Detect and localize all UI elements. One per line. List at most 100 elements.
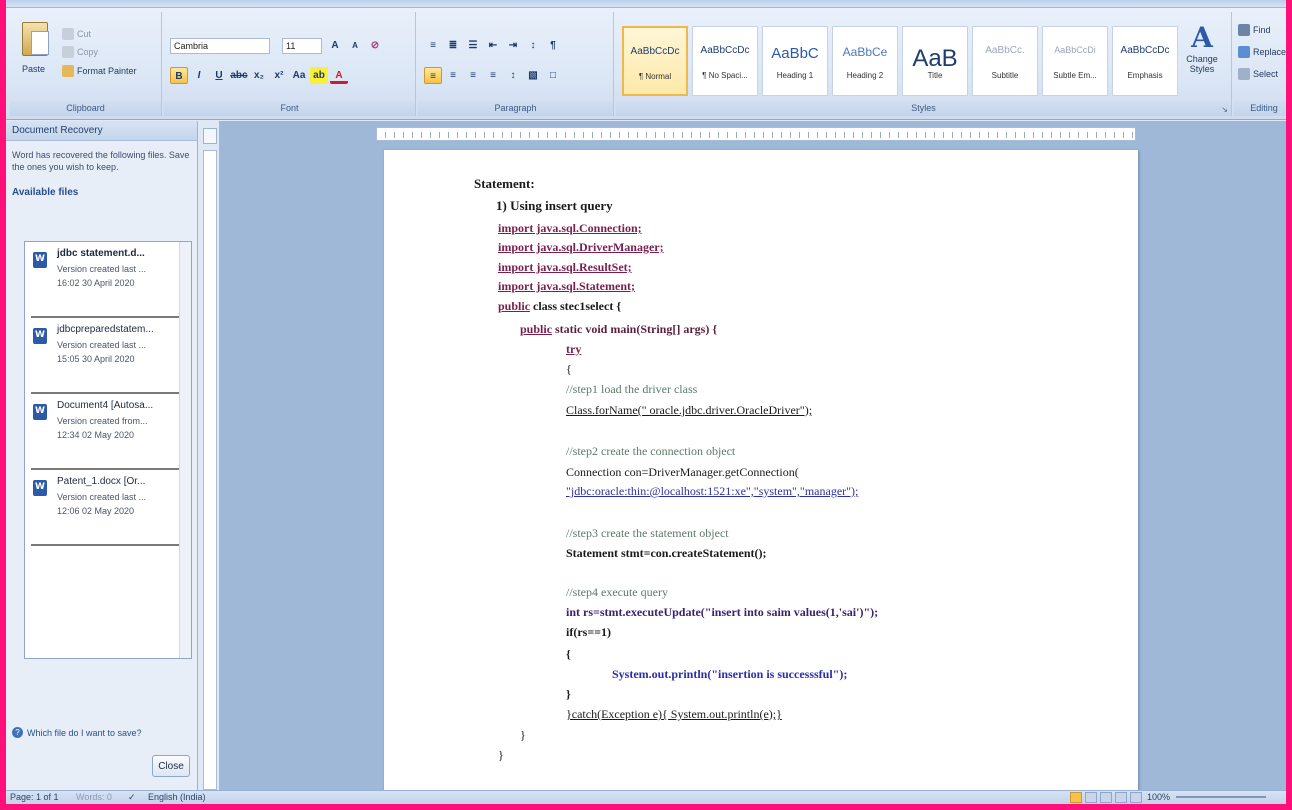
replace-button[interactable]: Replace xyxy=(1238,46,1286,58)
style-sample: AaBbCcDi xyxy=(1054,45,1096,55)
change-styles-button[interactable]: A Change Styles xyxy=(1182,22,1222,75)
style-tile[interactable]: AaBbCcDc ¶ Normal xyxy=(622,26,688,96)
copy-icon xyxy=(62,46,74,58)
grow-font-icon[interactable]: A xyxy=(326,37,344,54)
paste-button[interactable]: Paste xyxy=(22,64,45,74)
doc-subheading: 1) Using insert query xyxy=(496,198,613,213)
draft-icon[interactable] xyxy=(1130,792,1142,803)
underline-icon[interactable]: U xyxy=(210,67,228,84)
file-name: Patent_1.docx [Or... xyxy=(57,476,146,487)
style-tile[interactable]: AaBbCcDc ¶ No Spaci... xyxy=(692,26,758,96)
proofing-icon[interactable]: ✓ xyxy=(128,792,136,803)
print-layout-icon[interactable] xyxy=(1070,792,1082,803)
numbering-icon[interactable]: ≣ xyxy=(444,37,462,54)
change-case-icon[interactable]: Aa xyxy=(290,67,308,84)
word-doc-icon xyxy=(33,328,47,344)
style-sample: AaBbCcDc xyxy=(630,46,680,57)
paragraph-row-1: ≡ ≣ ☰ ⇤ ⇥ ↕ ¶ xyxy=(424,37,562,54)
sort-icon[interactable]: ↕ xyxy=(524,37,542,54)
style-tile[interactable]: AaBbCe Heading 2 xyxy=(832,26,898,96)
code-line: import java.sql.Connection; xyxy=(498,221,642,235)
shading-icon[interactable]: ▧ xyxy=(524,67,542,84)
language-indicator[interactable]: English (India) xyxy=(148,792,206,802)
select-button[interactable]: Select xyxy=(1238,68,1278,80)
align-right-icon[interactable]: ≡ xyxy=(464,67,482,84)
format-painter-button[interactable]: Format Painter xyxy=(62,65,137,77)
vertical-ruler[interactable] xyxy=(203,150,217,790)
style-tile[interactable]: AaBbCcDc Emphasis xyxy=(1112,26,1178,96)
strikethrough-icon[interactable]: abc xyxy=(230,67,248,84)
word-doc-icon xyxy=(33,404,47,420)
code-line: try xyxy=(566,342,582,356)
web-layout-icon[interactable] xyxy=(1100,792,1112,803)
copy-button[interactable]: Copy xyxy=(62,46,98,58)
justify-icon[interactable]: ≡ xyxy=(484,67,502,84)
horizontal-ruler[interactable] xyxy=(376,127,1136,141)
style-tile[interactable]: AaBbC Heading 1 xyxy=(762,26,828,96)
close-button[interactable]: Close xyxy=(152,755,190,777)
view-buttons xyxy=(1070,792,1142,803)
shrink-font-icon[interactable]: A xyxy=(346,37,364,54)
outline-icon[interactable] xyxy=(1115,792,1127,803)
align-center-icon[interactable]: ≡ xyxy=(444,67,462,84)
recovered-file-item[interactable]: Document4 [Autosa... Version created from… xyxy=(31,394,185,470)
increase-indent-icon[interactable]: ⇥ xyxy=(504,37,522,54)
style-name: ¶ Normal xyxy=(638,72,672,81)
code-line: Statement stmt=con.createStatement(); xyxy=(566,546,767,560)
word-count[interactable]: Words: 0 xyxy=(76,792,112,802)
align-left-icon[interactable]: ≡ xyxy=(424,67,442,84)
highlight-icon[interactable]: ab xyxy=(310,67,328,84)
code-comment: //step2 create the connection object xyxy=(566,444,736,458)
line-spacing-icon[interactable]: ↕ xyxy=(504,67,522,84)
page-count[interactable]: Page: 1 of 1 xyxy=(10,792,59,802)
bullets-icon[interactable]: ≡ xyxy=(424,37,442,54)
show-formatting-icon[interactable]: ¶ xyxy=(544,37,562,54)
borders-icon[interactable]: □ xyxy=(544,67,562,84)
paste-icon[interactable] xyxy=(22,22,49,56)
style-tile[interactable]: AaB Title xyxy=(902,26,968,96)
multilevel-list-icon[interactable]: ☰ xyxy=(464,37,482,54)
ribbon: Paste Cut Copy Format Painter Clipboard … xyxy=(6,8,1286,120)
word-window: Paste Cut Copy Format Painter Clipboard … xyxy=(6,0,1286,804)
ruler-toggle-icon[interactable] xyxy=(203,128,217,144)
paragraph-row-2: ≡ ≡ ≡ ≡ ↕ ▧ □ xyxy=(424,67,562,84)
decrease-indent-icon[interactable]: ⇤ xyxy=(484,37,502,54)
brush-icon xyxy=(62,65,74,77)
italic-icon[interactable]: I xyxy=(190,67,208,84)
recovered-file-item[interactable]: jdbc statement.d... Version created last … xyxy=(31,242,185,318)
styles-launcher-icon[interactable]: ↘ xyxy=(1221,105,1228,114)
superscript-icon[interactable]: x² xyxy=(270,67,288,84)
styles-label: Styles xyxy=(616,101,1231,116)
full-screen-icon[interactable] xyxy=(1085,792,1097,803)
style-tile[interactable]: AaBbCcDi Subtle Em... xyxy=(1042,26,1108,96)
recovered-file-item[interactable]: jdbcpreparedstatem... Version created las… xyxy=(31,318,185,394)
recovered-file-item[interactable]: Patent_1.docx [Or... Version created last… xyxy=(31,470,185,546)
style-name: Title xyxy=(927,71,943,80)
cursor-icon xyxy=(1238,68,1250,80)
clear-format-icon[interactable]: ⊘ xyxy=(366,37,384,54)
style-sample: AaBbCcDc xyxy=(1120,45,1170,56)
files-scrollbar[interactable] xyxy=(179,242,191,658)
font-format-row: B I U abc x₂ x² Aa ab A xyxy=(170,67,348,84)
font-name-select[interactable]: Cambria xyxy=(170,38,270,54)
code-comment: //step3 create the statement object xyxy=(566,526,729,540)
find-button[interactable]: Find xyxy=(1238,24,1271,36)
recovery-message: Word has recovered the following files. … xyxy=(12,150,190,172)
file-version: Version created last ... xyxy=(57,340,147,350)
subscript-icon[interactable]: x₂ xyxy=(250,67,268,84)
help-link[interactable]: ? Which file do I want to save? xyxy=(12,727,142,738)
zoom-level[interactable]: 100% xyxy=(1147,792,1170,802)
paragraph-label: Paragraph xyxy=(418,101,613,116)
bold-icon[interactable]: B xyxy=(170,67,188,84)
style-name: Subtle Em... xyxy=(1053,71,1097,80)
word-doc-icon xyxy=(33,252,47,268)
font-size-select[interactable]: 11 xyxy=(282,38,322,54)
code-line: }catch(Exception e){ System.out.println(… xyxy=(566,707,782,721)
zoom-slider[interactable] xyxy=(1176,796,1266,798)
cut-button[interactable]: Cut xyxy=(62,28,91,40)
code-line: public class stec1select { xyxy=(498,299,622,313)
code-line: "jdbc:oracle:thin:@localhost:1521:xe","s… xyxy=(566,484,859,498)
style-tile[interactable]: AaBbCc. Subtitle xyxy=(972,26,1038,96)
font-color-icon[interactable]: A xyxy=(330,67,348,84)
code-comment: //step1 load the driver class xyxy=(566,382,698,396)
